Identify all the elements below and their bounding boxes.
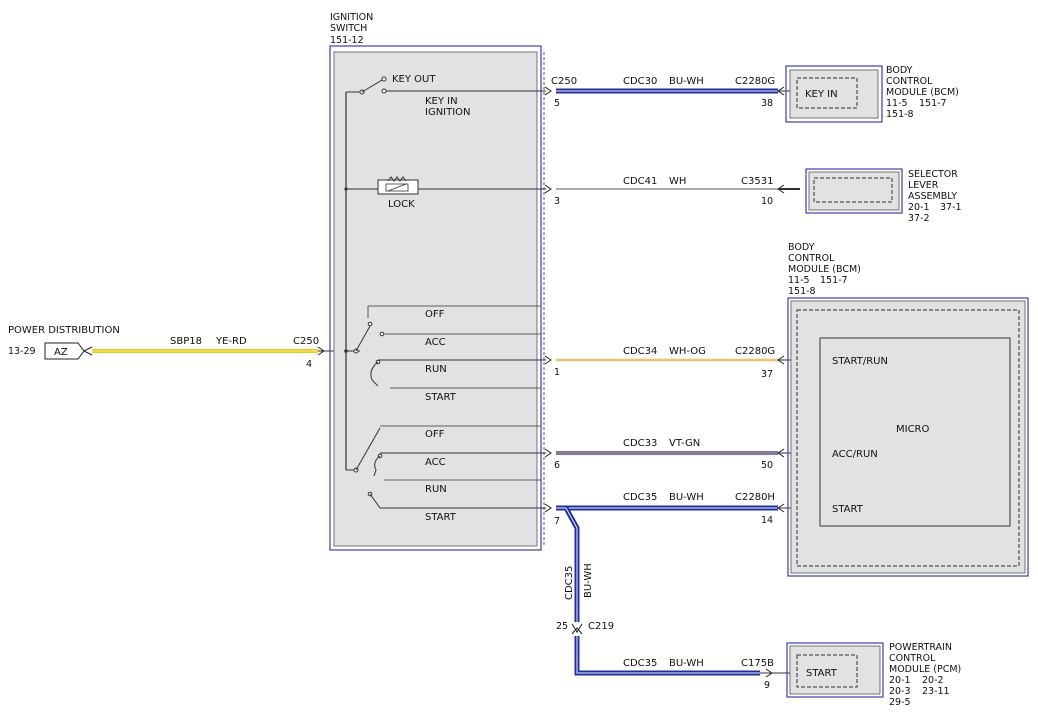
switch2-off: OFF xyxy=(425,429,445,440)
c219-connector xyxy=(571,623,583,635)
pcm-r2a: 20-3 xyxy=(889,686,911,697)
switch1-acc: ACC xyxy=(425,337,446,348)
switch1-run: RUN xyxy=(425,364,447,375)
key-in-label: KEY IN xyxy=(425,96,458,107)
switch1-start: START xyxy=(425,392,457,403)
w4-pin-left: 6 xyxy=(554,460,560,471)
w1-circuit: CDC30 xyxy=(623,76,657,87)
power-arrow-left xyxy=(83,346,93,356)
w3-pin-right: 37 xyxy=(761,369,773,380)
switch2-run: RUN xyxy=(425,484,447,495)
bcm-big-r2: 151-8 xyxy=(788,286,816,297)
w2-pin-left: 3 xyxy=(554,196,560,207)
pcm-r3: 29-5 xyxy=(889,697,911,708)
w3-conn-right: C2280G xyxy=(735,346,775,357)
power-pin-4: 4 xyxy=(306,359,312,370)
c219-label: C219 xyxy=(588,621,614,632)
lock-label: LOCK xyxy=(388,199,415,210)
selector-l3: ASSEMBLY xyxy=(908,191,957,202)
w1-conn-right: C2280G xyxy=(735,76,775,87)
w1-color: BU-WH xyxy=(669,76,704,87)
bcm-top-r1a: 11-5 xyxy=(886,98,908,109)
w2-conn-right: C3531 xyxy=(741,176,773,187)
pcm-r2b: 23-11 xyxy=(922,686,950,697)
selector-r1a: 20-1 xyxy=(908,202,930,213)
w6-color: BU-WH xyxy=(669,658,704,669)
w3-pin-left: 1 xyxy=(554,367,560,378)
switch2-acc: ACC xyxy=(425,457,446,468)
w5-pin-right: 14 xyxy=(761,515,773,526)
power-ref: 13-29 xyxy=(8,346,36,357)
bcm-big-body xyxy=(790,300,1026,574)
pcm-l3: MODULE (PCM) xyxy=(889,664,961,675)
bcm-start-run: START/RUN xyxy=(832,356,888,367)
bcm-top-l1: BODY xyxy=(886,65,913,76)
w4-circuit: CDC33 xyxy=(623,438,657,449)
w2-circuit: CDC41 xyxy=(623,176,657,187)
w2-pin-right: 10 xyxy=(761,196,773,207)
selector-r2: 37-2 xyxy=(908,213,930,224)
pcm-l2: CONTROL xyxy=(889,653,936,664)
w2-color: WH xyxy=(669,176,686,187)
w6-pin-right: 9 xyxy=(764,680,770,691)
wiring-diagram: POWER DISTRIBUTION 13-29 AZ SBP18 YE-RD … xyxy=(8,12,1029,708)
micro-label: MICRO xyxy=(896,424,930,435)
power-c250-label: C250 xyxy=(293,336,319,347)
bcm-start: START xyxy=(832,504,864,515)
bcm-big-l3: MODULE (BCM) xyxy=(788,264,861,275)
w1-pin-left: 5 xyxy=(554,98,560,109)
selector-r1b: 37-1 xyxy=(940,202,962,213)
bcm-big-r1a: 11-5 xyxy=(788,275,810,286)
pcm-start: START xyxy=(806,668,838,679)
switch2-start: START xyxy=(425,512,457,523)
power-label: POWER DISTRIBUTION xyxy=(8,325,120,336)
selector-l2: LEVER xyxy=(908,180,939,191)
wire-sbp18-color: YE-RD xyxy=(215,336,247,347)
ignition-title-2: SWITCH xyxy=(330,23,367,34)
w4-pin-right: 50 xyxy=(761,460,773,471)
bcm-top-l3: MODULE (BCM) xyxy=(886,87,959,98)
bcm-big-r1b: 151-7 xyxy=(820,275,848,286)
ignition-switch-body xyxy=(333,51,538,547)
w3-color: WH-OG xyxy=(669,346,706,357)
w4-color: VT-GN xyxy=(669,438,700,449)
c219-pin: 25 xyxy=(556,621,568,632)
w5-color: BU-WH xyxy=(669,492,704,503)
bcm-big-l1: BODY xyxy=(788,242,815,253)
pcm-r1b: 20-2 xyxy=(922,675,944,686)
bcm-top-l2: CONTROL xyxy=(886,76,933,87)
w1-pin-right: 38 xyxy=(761,98,773,109)
pcm-l1: POWERTRAIN xyxy=(889,642,952,653)
w6-circuit: CDC35 xyxy=(623,658,657,669)
bcm-top-r2: 151-8 xyxy=(886,109,914,120)
ignition-title-1: IGNITION xyxy=(330,12,373,23)
w6-conn-right: C175B xyxy=(741,658,774,669)
pcm-r1a: 20-1 xyxy=(889,675,911,686)
w5-conn-right: C2280H xyxy=(735,492,775,503)
bcm-top-key-in: KEY IN xyxy=(805,89,838,100)
power-arrow-in xyxy=(317,346,325,356)
power-connector-label: AZ xyxy=(54,347,68,358)
key-in-ignition-label: IGNITION xyxy=(425,107,471,118)
wire-sbp18-circuit: SBP18 xyxy=(170,336,202,347)
w5-circuit: CDC35 xyxy=(623,492,657,503)
bcm-big-l2: CONTROL xyxy=(788,253,835,264)
bcm-top-r1b: 151-7 xyxy=(919,98,947,109)
selector-l1: SELECTOR xyxy=(908,169,958,180)
vertical-circuit: CDC35 xyxy=(564,566,575,600)
w5-pin-left: 7 xyxy=(554,516,560,527)
w1-conn-left: C250 xyxy=(551,76,577,87)
switch1-off: OFF xyxy=(425,309,445,320)
w3-circuit: CDC34 xyxy=(623,346,657,357)
key-out-label: KEY OUT xyxy=(392,74,436,85)
vertical-color: BU-WH xyxy=(583,563,594,598)
bcm-acc-run: ACC/RUN xyxy=(832,449,878,460)
ignition-ref: 151-12 xyxy=(330,35,364,46)
